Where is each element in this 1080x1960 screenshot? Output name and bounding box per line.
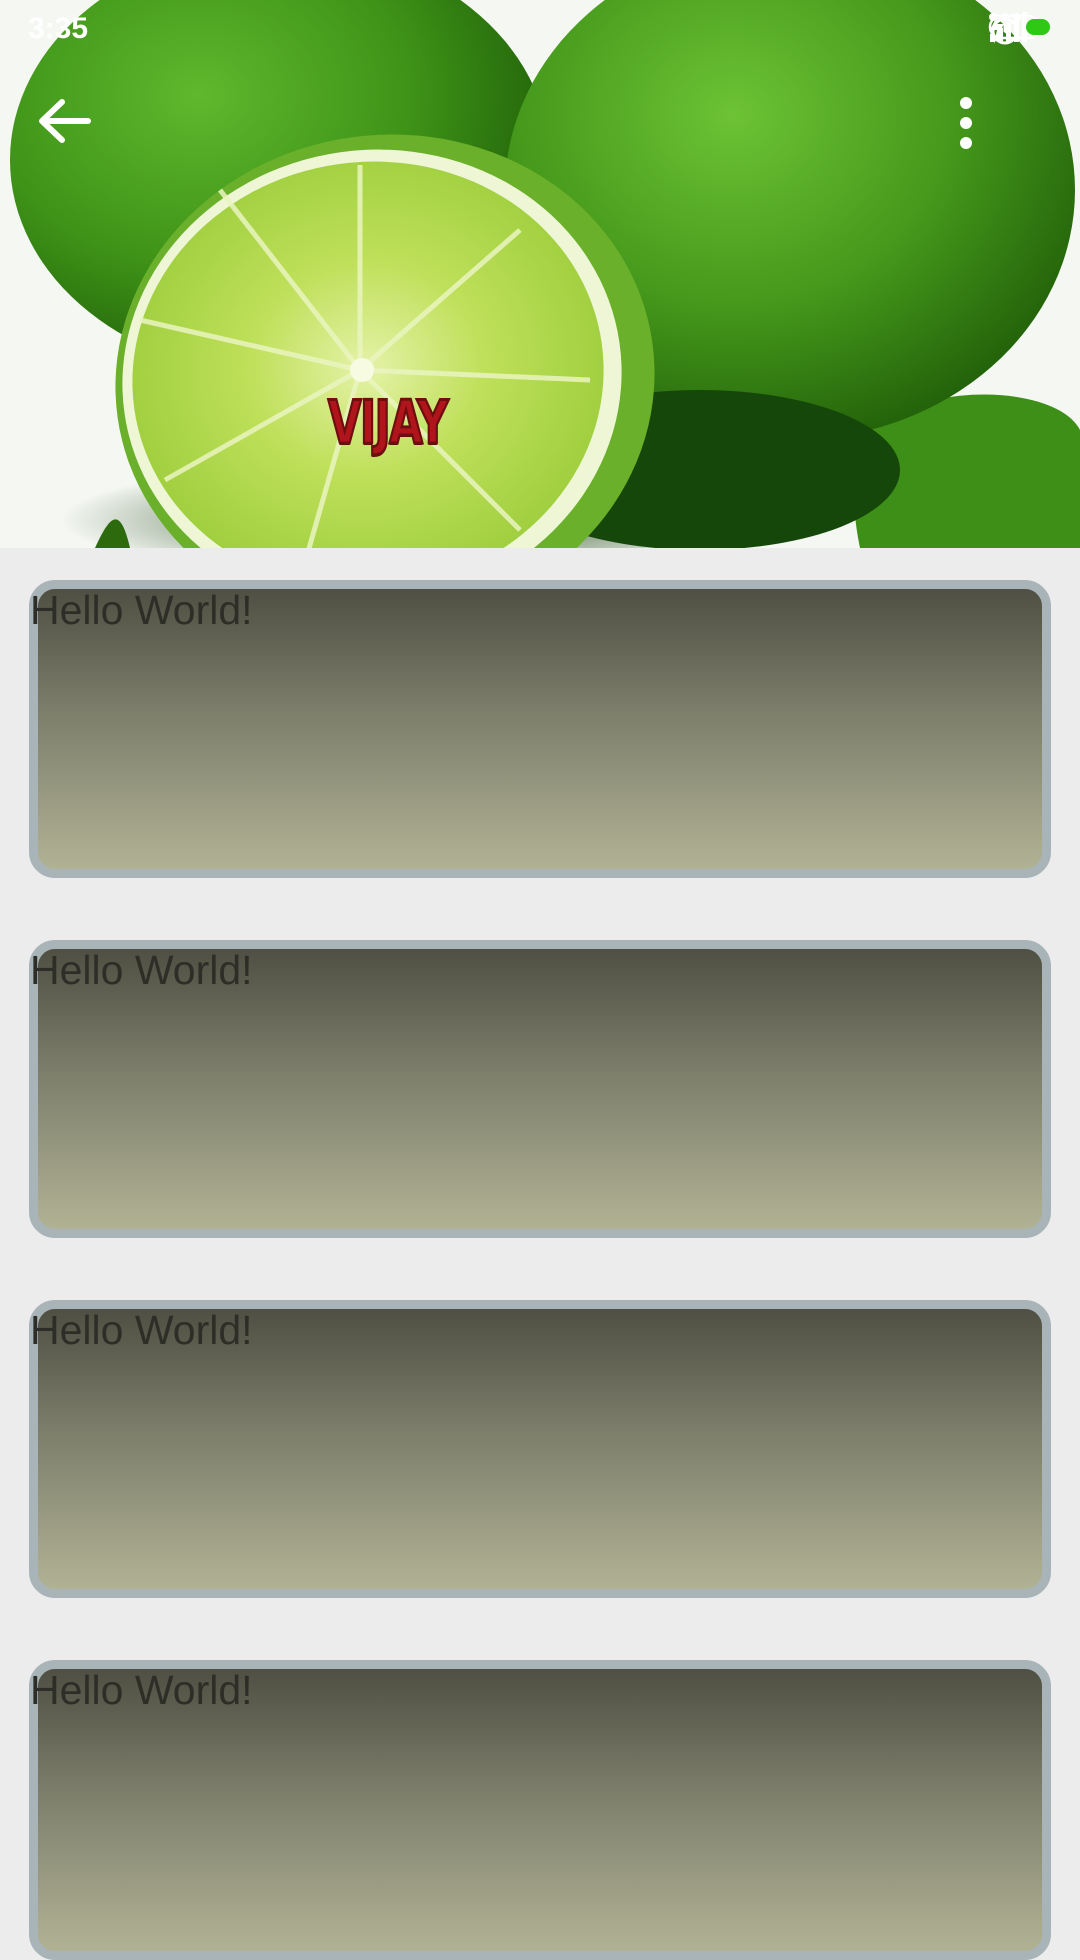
card-1-label-text: Hello World! xyxy=(30,587,253,633)
vijay-watermark: VIJAY xyxy=(327,388,450,458)
status-icons xyxy=(988,12,1060,48)
card-4-label: Hello World! xyxy=(30,1667,253,1713)
card-2-label: Hello World! xyxy=(30,947,253,993)
header-image: VIJAY 3:35 xyxy=(0,0,1080,548)
card-3-label: Hello World! xyxy=(30,1307,253,1353)
overflow-menu-button[interactable] xyxy=(958,96,1054,192)
back-button[interactable] xyxy=(36,96,132,192)
status-time: 3:35 xyxy=(28,12,89,45)
limes-photo xyxy=(0,0,1080,548)
status-bar: 3:35 xyxy=(0,0,1080,60)
